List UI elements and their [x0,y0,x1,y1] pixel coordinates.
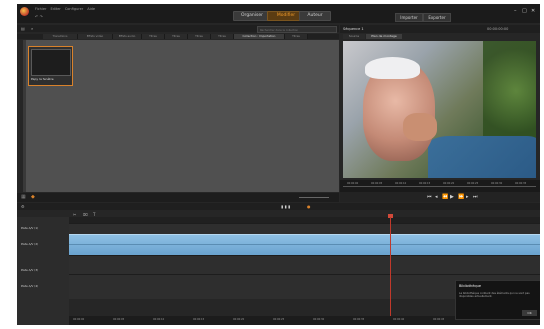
audio-waveform-line [69,244,540,245]
menu-help[interactable]: Aide [87,7,95,11]
scrub-mark: 00:00:10 [395,182,407,185]
library-thumbnail[interactable]: Papy la fenêtre [28,46,73,86]
time-mark: 00:00:45 [433,318,445,321]
undo-icon[interactable]: ↶ [35,14,38,19]
maximize-icon[interactable]: □ [522,8,527,14]
timeline-toolbar [17,203,540,210]
background-foliage [483,41,536,141]
app-logo-icon [20,7,29,16]
library-filter-icon[interactable]: ◆ [31,194,35,200]
tab-transitions[interactable]: Transitions [43,34,78,39]
import-button[interactable]: Importer [395,13,423,22]
tab-timeline-view[interactable]: Plan de montage [366,34,402,39]
skip-end-icon[interactable]: ⏭ [473,194,478,200]
minimize-icon[interactable]: – [514,8,517,14]
menu-file[interactable]: Fichier [35,7,46,11]
subject-hair [365,57,420,79]
tab-titles-5[interactable]: Titres [285,34,308,39]
rewind-icon[interactable]: ⏪ [442,194,448,200]
next-frame-icon[interactable]: ▸ [466,194,469,200]
time-mark: 00:00:20 [233,318,245,321]
library-grid-icon[interactable]: ▦ [21,194,26,200]
scrub-track[interactable] [343,186,536,187]
thumbnail-label: Papy la fenêtre [31,77,54,81]
playhead[interactable] [390,217,391,325]
video-preview [343,41,536,178]
scrub-mark: 00:00:00 [347,182,359,185]
toolbar-icons: ↶ ↷ [35,14,43,19]
track-3[interactable] [69,255,540,274]
app-window: Fichier Editer Configurer Aide ↶ ↷ Organ… [17,4,540,325]
record-icon[interactable]: ● [307,204,311,209]
search-icon[interactable]: ⌕ [31,26,33,31]
tab-collection-import[interactable]: Collection : Importation [234,34,285,39]
player-title: Séquence 1 [343,27,364,31]
scrub-mark: 00:00:30 [491,182,503,185]
track-label-4: Piste A/V (4) [21,284,39,288]
timeline-settings-icon[interactable]: ⚙ [21,204,25,209]
search-input[interactable]: Rechercher dans la collection [257,26,337,33]
time-mark: 00:00:30 [313,318,325,321]
library-bottom-bar [17,193,339,202]
scrub-mark: 00:00:15 [419,182,431,185]
forward-icon[interactable]: ⏩ [458,194,464,200]
play-icon[interactable]: ▶ [450,194,454,200]
tab-audio-effects[interactable]: Effets audio [113,34,142,39]
tab-video-effects[interactable]: Effets vidéo [78,34,113,39]
time-mark: 00:00:05 [113,318,125,321]
menu-edit[interactable]: Editer [50,7,60,11]
skip-start-icon[interactable]: ⏮ [427,194,432,200]
tab-organize[interactable]: Organiser [233,11,271,21]
notice-title: Bibliothèque [459,284,482,288]
tab-author[interactable]: Auteur [299,11,331,21]
scrub-mark: 00:00:05 [371,182,383,185]
subject-shirt [428,136,536,178]
close-icon[interactable]: ✕ [531,8,535,14]
library-zoom-slider[interactable] [299,197,329,198]
time-mark: 00:00:40 [393,318,405,321]
time-mark: 00:00:25 [273,318,285,321]
player-timecode: 00:00:00:00 [487,27,509,31]
scrub-mark: 00:00:25 [467,182,479,185]
tab-titles-4[interactable]: Titres [211,34,234,39]
tab-titles-2[interactable]: Titres [165,34,188,39]
menu-bar: Fichier Editer Configurer Aide [35,7,95,11]
transport-bar [340,192,540,202]
time-mark: 00:00:00 [73,318,85,321]
redo-icon[interactable]: ↷ [40,14,43,19]
notice-ok-button[interactable]: OK [522,310,537,316]
scrub-mark: 00:00:20 [443,182,455,185]
export-button[interactable]: Exporter [423,13,451,22]
prev-frame-icon[interactable]: ◂ [435,194,438,200]
time-mark: 00:00:10 [153,318,165,321]
tab-titles-3[interactable]: Titres [188,34,211,39]
track-label-3: Piste A/V (3) [21,268,39,272]
player-header [340,25,540,33]
library-notice-popup: Bibliothèque La bibliothèque contient de… [455,280,540,320]
library-scrollbar[interactable] [23,40,26,192]
timeline-tools-icon[interactable]: ▮ ▮ ▮ [281,204,290,209]
time-mark: 00:00:15 [193,318,205,321]
track-label-1: Piste A/V (1) [21,226,39,230]
time-mark: 00:00:35 [353,318,365,321]
library-view-icon[interactable]: ▤ [21,26,25,31]
menu-setup[interactable]: Configurer [65,7,83,11]
tab-titles[interactable]: Titres [142,34,165,39]
notice-message: La bibliothèque contient des éléments qu… [459,292,530,299]
scrub-mark: 00:00:35 [515,182,527,185]
tab-source[interactable]: Source [343,34,365,39]
subject-hand [403,113,437,141]
track-label-2: Piste A/V (2) [21,242,39,246]
thumbnail-image [31,49,71,76]
